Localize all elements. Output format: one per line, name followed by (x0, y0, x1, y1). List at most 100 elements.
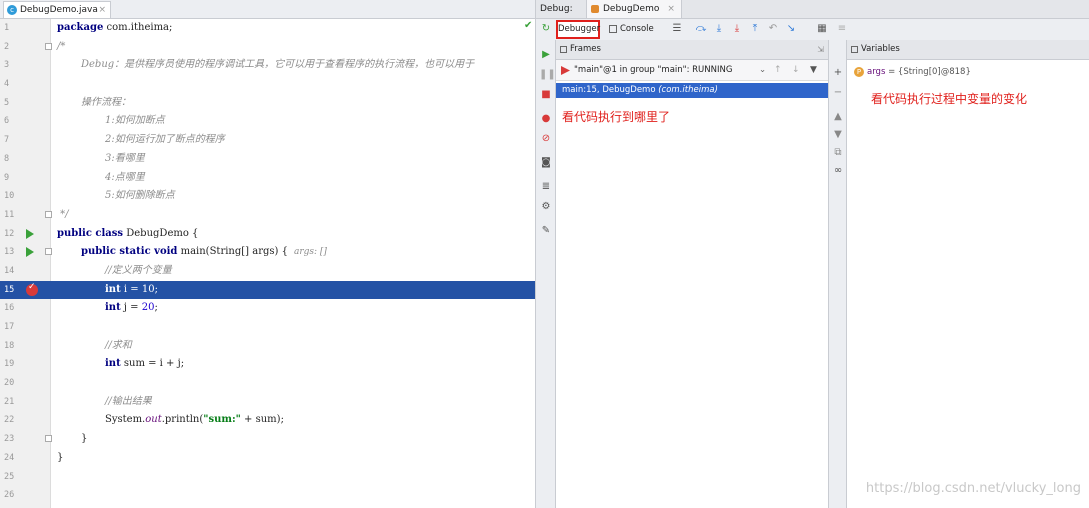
code-token: package (57, 22, 104, 33)
filter-icon[interactable]: ▼ (810, 60, 817, 80)
tab-console[interactable]: Console (608, 20, 654, 39)
arrow-up-icon[interactable]: ▲ (831, 110, 845, 124)
step-out-icon[interactable]: ⤒ (748, 22, 762, 36)
code-line[interactable]: 10 5:如何删除断点 (0, 187, 535, 206)
code-line[interactable]: 17 (0, 318, 535, 337)
pin-icon[interactable]: ✎ (539, 224, 553, 238)
code-line[interactable]: 18 //求和 (0, 337, 535, 356)
resume-icon[interactable]: ▶ (539, 48, 553, 62)
code-text: package com.itheima; (57, 19, 172, 38)
fold-marker-icon[interactable] (45, 248, 52, 256)
code-line[interactable]: 19 int sum = i + j; (0, 355, 535, 374)
code-text: */ (57, 206, 68, 225)
code-line[interactable]: 24} (0, 449, 535, 468)
code-line[interactable]: 22 System.out.println("sum:" + sum); (0, 411, 535, 430)
file-tab-debugdemo[interactable]: c DebugDemo.java × (3, 1, 111, 18)
watches-icon[interactable]: ∞ (831, 164, 845, 178)
debug-header: Debug: DebugDemo × (536, 0, 1089, 19)
code-line[interactable]: 7 2:如何运行加了断点的程序 (0, 131, 535, 150)
line-number: 22 (4, 415, 15, 426)
line-number: 13 (4, 247, 15, 258)
code-line-breakpoint[interactable]: 15 int i = 10; (0, 280, 535, 300)
camera-icon[interactable]: ◙ (539, 156, 553, 170)
remove-icon[interactable]: − (831, 86, 845, 100)
code-line[interactable]: 25 (0, 468, 535, 487)
close-icon[interactable]: × (667, 4, 675, 14)
chevron-down-icon[interactable]: ⌄ (759, 60, 766, 80)
code-line[interactable]: 23} (0, 430, 535, 449)
arrow-down-icon[interactable]: ↓ (792, 60, 800, 80)
breakpoint-icon[interactable] (26, 282, 38, 296)
thread-selector[interactable]: "main"@1 in group "main": RUNNING ⌄ ↑ ↓ … (556, 60, 828, 81)
code-line[interactable]: 20 (0, 374, 535, 393)
tab-debugger[interactable]: Debugger (556, 20, 600, 39)
copy-icon[interactable]: ⧉ (831, 146, 845, 160)
code-line[interactable]: 9 4:点哪里 (0, 169, 535, 188)
code-line[interactable]: 11 */ (0, 206, 535, 225)
code-line[interactable]: 8 3:看哪里 (0, 150, 535, 169)
pause-icon[interactable]: ❚❚ (539, 68, 556, 82)
code-token: .println( (161, 414, 204, 426)
drop-frame-icon[interactable]: ↶ (766, 22, 780, 36)
code-lines: 1 package com.itheima; 2 /* 3 Debug：是供程序员使用的程… (0, 19, 535, 505)
line-number: 21 (4, 396, 15, 407)
frame-row[interactable]: main:15, DebugDemo (com.itheima) (556, 83, 828, 98)
line-number: 18 (4, 340, 15, 351)
code-token: int (105, 283, 121, 295)
line-number: 11 (4, 209, 15, 220)
code-token: } (81, 433, 88, 445)
gear-icon[interactable]: ⚙ (539, 200, 553, 214)
code-text: public static void main(String[] args) {… (57, 243, 327, 262)
code-line[interactable]: 21 //输出结果 (0, 393, 535, 412)
code-line[interactable]: 13 public static void main(String[] args)… (0, 243, 535, 262)
debug-session-tab[interactable]: DebugDemo × (586, 0, 682, 18)
code-token: /* (57, 40, 66, 52)
pin-icon[interactable]: ⇲ (817, 40, 824, 59)
fold-marker-icon[interactable] (45, 42, 52, 50)
code-line[interactable]: 4 (0, 75, 535, 94)
stop-icon[interactable]: ■ (539, 88, 553, 102)
code-line[interactable]: 12 public class DebugDemo { (0, 225, 535, 244)
line-number: 26 (4, 490, 15, 501)
line-number: 15 (4, 284, 15, 295)
force-step-into-icon[interactable]: ⤓ (730, 22, 744, 36)
layout-settings-icon[interactable]: ≣ (539, 180, 553, 194)
code-line[interactable]: 16 int j = 20; (0, 299, 535, 318)
line-number: 10 (4, 191, 15, 202)
code-token: //输出结果 (105, 395, 152, 407)
frame-method: main:15, DebugDemo (562, 85, 656, 95)
code-token: } (57, 451, 64, 463)
frames-title: Frames ⇲ (556, 40, 828, 60)
layout-icon[interactable]: ≡ (835, 22, 849, 36)
code-line[interactable]: 1 package com.itheima; (0, 19, 535, 38)
view-breakpoints-icon[interactable]: ● (539, 112, 553, 126)
step-into-icon[interactable]: ⤓ (712, 22, 726, 36)
add-icon[interactable]: + (831, 66, 845, 80)
variable-row-args[interactable]: args = {String[0]@818} (847, 64, 1089, 80)
arrow-down-icon[interactable]: ▼ (831, 128, 845, 142)
run-icon[interactable] (26, 228, 34, 239)
code-line[interactable]: 3 Debug：是供程序员使用的程序调试工具，它可以用于查看程序的执行流程，也可以… (0, 56, 535, 75)
menu-icon[interactable]: ☰ (670, 22, 684, 36)
arrow-up-icon[interactable]: ↑ (774, 60, 782, 80)
code-token: //定义两个变量 (105, 264, 172, 276)
run-to-cursor-icon[interactable]: ↘ (784, 22, 798, 36)
code-text: System.out.println("sum:" + sum); (57, 411, 284, 430)
code-token: //求和 (105, 339, 132, 351)
run-icon[interactable] (26, 247, 34, 258)
code-editor[interactable]: c DebugDemo.java × 1 package com.itheima;… (0, 0, 535, 508)
code-line[interactable]: 26 (0, 486, 535, 505)
mute-breakpoints-icon[interactable]: ⊘ (539, 132, 553, 146)
code-line[interactable]: 14 //定义两个变量 (0, 262, 535, 281)
code-token: System. (105, 414, 146, 426)
rerun-icon[interactable]: ↻ (539, 22, 553, 36)
close-icon[interactable]: × (98, 2, 106, 18)
fold-marker-icon[interactable] (45, 435, 52, 443)
variables-title: Variables (847, 40, 1089, 60)
code-line[interactable]: 2 /* (0, 38, 535, 57)
evaluate-expression-icon[interactable]: ▦ (815, 22, 829, 36)
code-line[interactable]: 5 操作流程： (0, 94, 535, 113)
code-line[interactable]: 6 1:如何加断点 (0, 112, 535, 131)
fold-marker-icon[interactable] (45, 210, 52, 218)
step-over-icon[interactable]: ⤼ (694, 22, 708, 36)
